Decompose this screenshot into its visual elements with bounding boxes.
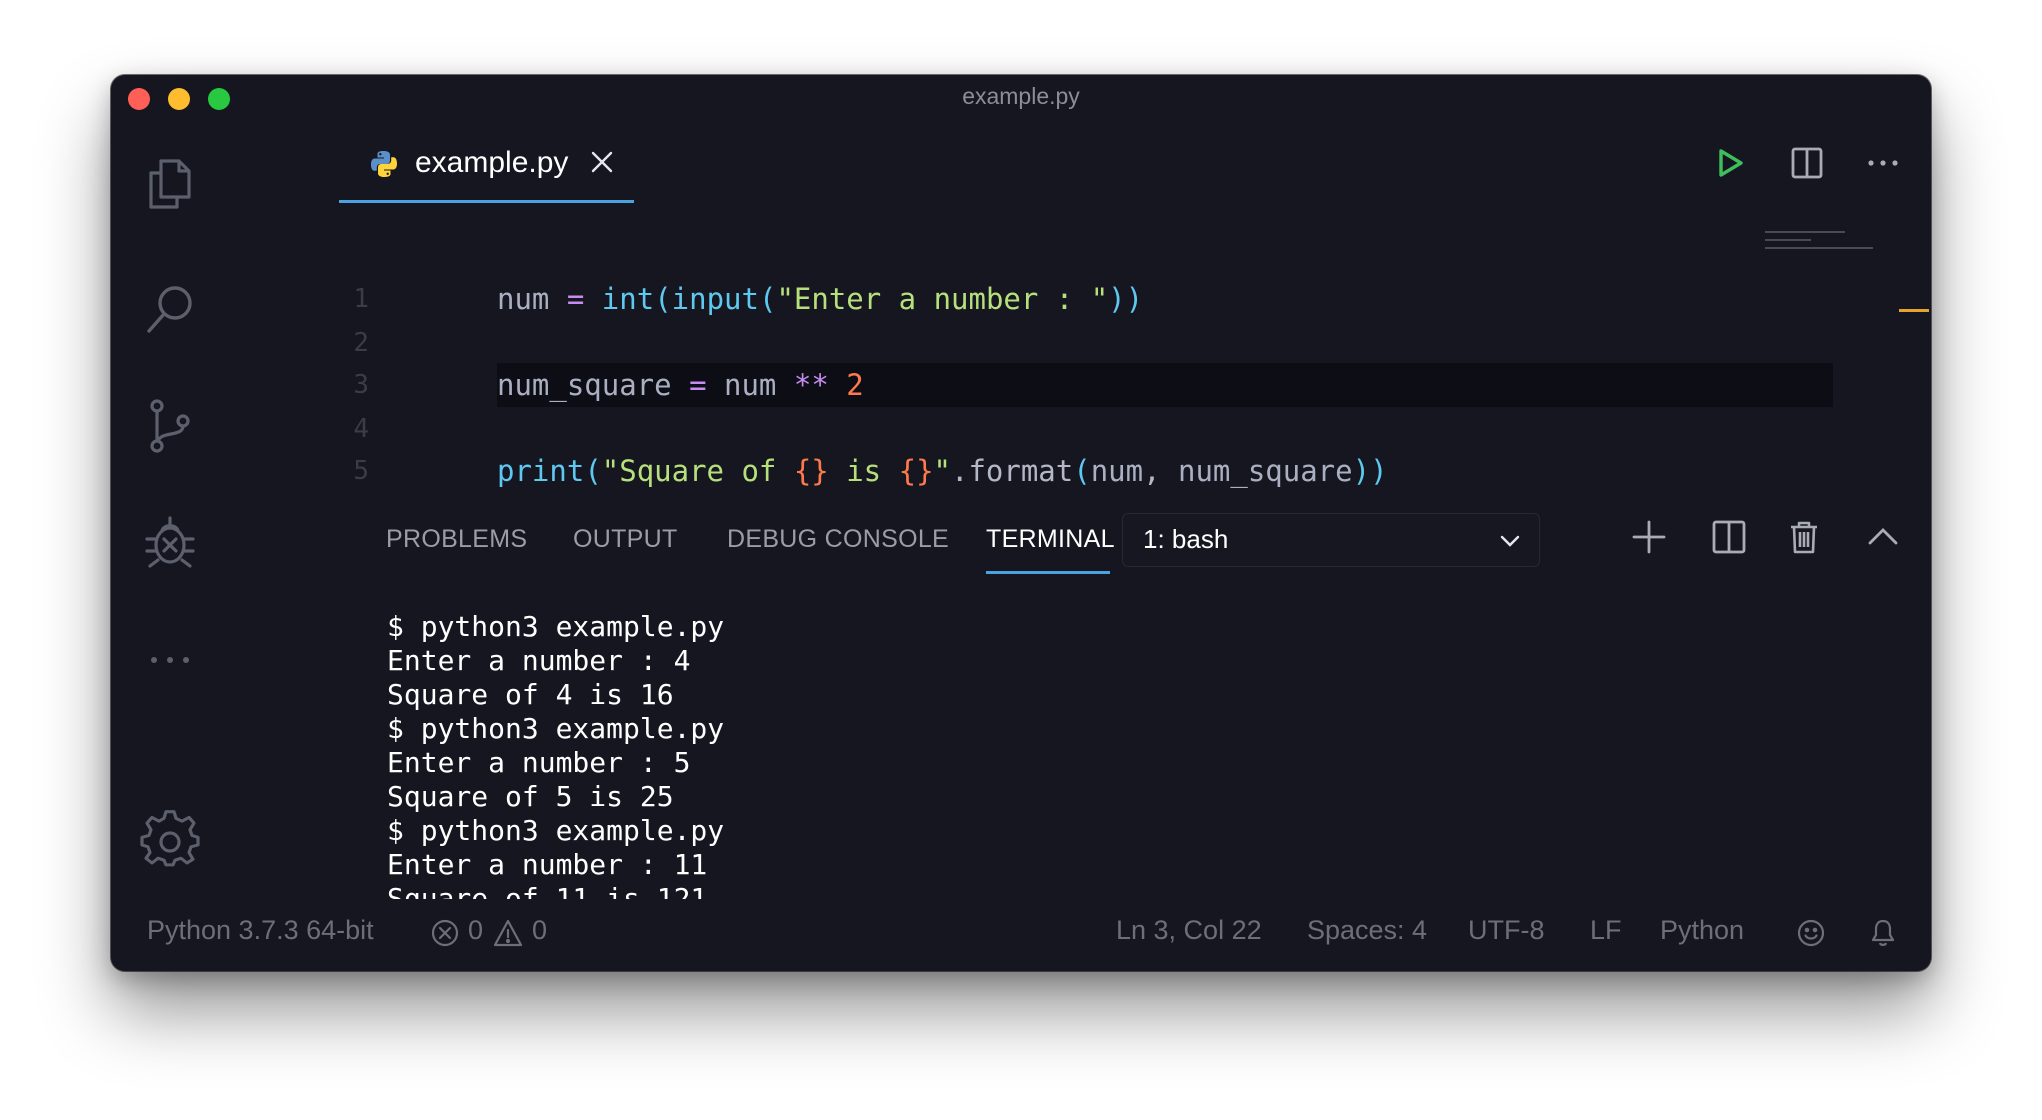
- editor-actions: [1707, 141, 1907, 185]
- run-icon[interactable]: [1707, 141, 1751, 185]
- status-bar: Python 3.7.3 64-bit 0 0 Ln 3, Col 22 Spa…: [111, 899, 1931, 971]
- tab-output[interactable]: OUTPUT: [573, 525, 678, 554]
- scroll-position-marker: [1899, 309, 1929, 312]
- terminal-line: $ python3 example.py: [387, 610, 725, 643]
- activity-bar: [111, 119, 229, 931]
- tab-debug-console[interactable]: DEBUG CONSOLE: [727, 525, 949, 554]
- source-control-icon[interactable]: [139, 395, 201, 457]
- line-number: 1: [353, 284, 369, 314]
- terminal-line: $ python3 example.py: [387, 712, 725, 745]
- line-number: 3: [353, 370, 369, 400]
- new-terminal-icon[interactable]: [1627, 515, 1671, 559]
- minimap[interactable]: [1765, 229, 1895, 259]
- explorer-icon[interactable]: [139, 153, 201, 215]
- warning-count[interactable]: 0: [532, 915, 547, 946]
- code-text: num_square = num ** 2: [497, 368, 864, 402]
- line-ending[interactable]: LF: [1590, 915, 1622, 946]
- chevron-up-icon[interactable]: [1861, 515, 1905, 559]
- search-icon[interactable]: [139, 279, 201, 341]
- active-panel-tab-indicator: [986, 571, 1110, 574]
- terminal-select-value: 1: bash: [1143, 524, 1229, 554]
- notifications-bell-icon[interactable]: [1867, 917, 1899, 949]
- language-mode[interactable]: Python: [1660, 915, 1744, 946]
- indentation[interactable]: Spaces: 4: [1307, 915, 1427, 946]
- error-icon[interactable]: [429, 917, 461, 949]
- split-terminal-icon[interactable]: [1707, 515, 1751, 559]
- terminal-line: Enter a number : 4: [387, 644, 691, 677]
- editor-window: example.py example.py 1 num = int(input(…: [111, 75, 1931, 971]
- line-number: 5: [353, 456, 369, 486]
- warning-icon[interactable]: [492, 917, 524, 949]
- code-line: 3 num_square = num ** 2: [229, 365, 1931, 405]
- python-interpreter[interactable]: Python 3.7.3 64-bit: [147, 915, 374, 946]
- debug-icon[interactable]: [139, 511, 201, 573]
- settings-icon[interactable]: [139, 809, 201, 871]
- code-text: num = int(input("Enter a number : ")): [497, 282, 1144, 316]
- python-icon: [369, 149, 399, 179]
- code-line: 2: [229, 323, 1931, 363]
- window-title: example.py: [962, 83, 1080, 109]
- tab-label: example.py: [415, 146, 569, 179]
- split-editor-icon[interactable]: [1785, 141, 1829, 185]
- cursor-position[interactable]: Ln 3, Col 22: [1116, 915, 1262, 946]
- bottom-panel: PROBLEMS OUTPUT DEBUG CONSOLE TERMINAL 1…: [229, 503, 1931, 949]
- feedback-smiley-icon[interactable]: [1795, 917, 1827, 949]
- terminal-line: Square of 4 is 16: [387, 678, 674, 711]
- terminal-line: Enter a number : 5: [387, 746, 691, 779]
- tab-example-py[interactable]: example.py: [339, 119, 634, 203]
- code-line: 1 num = int(input("Enter a number : ")): [229, 279, 1931, 319]
- more-actions-icon[interactable]: [1861, 141, 1905, 185]
- code-editor[interactable]: 1 num = int(input("Enter a number : ")) …: [229, 203, 1931, 503]
- tab-problems[interactable]: PROBLEMS: [386, 525, 527, 554]
- line-number: 2: [353, 328, 369, 358]
- terminal-line: $ python3 example.py: [387, 814, 725, 847]
- terminal-line: Enter a number : 11: [387, 848, 708, 881]
- line-number: 4: [353, 414, 369, 444]
- encoding[interactable]: UTF-8: [1468, 915, 1545, 946]
- error-count[interactable]: 0: [468, 915, 483, 946]
- trash-icon[interactable]: [1782, 515, 1826, 559]
- code-line: 5 print("Square of {} is {}".format(num,…: [229, 451, 1931, 491]
- tab-bar: example.py: [229, 119, 1931, 203]
- more-icon[interactable]: [139, 629, 201, 691]
- terminal-line: Square of 5 is 25: [387, 780, 674, 813]
- terminal-select[interactable]: 1: bash: [1122, 513, 1540, 567]
- code-text: print("Square of {} is {}".format(num, n…: [497, 454, 1388, 488]
- code-line: 4: [229, 409, 1931, 449]
- chevron-down-icon: [1497, 528, 1523, 554]
- tab-terminal[interactable]: TERMINAL: [986, 525, 1115, 554]
- close-icon[interactable]: [589, 149, 615, 175]
- title-bar: example.py: [111, 75, 1931, 119]
